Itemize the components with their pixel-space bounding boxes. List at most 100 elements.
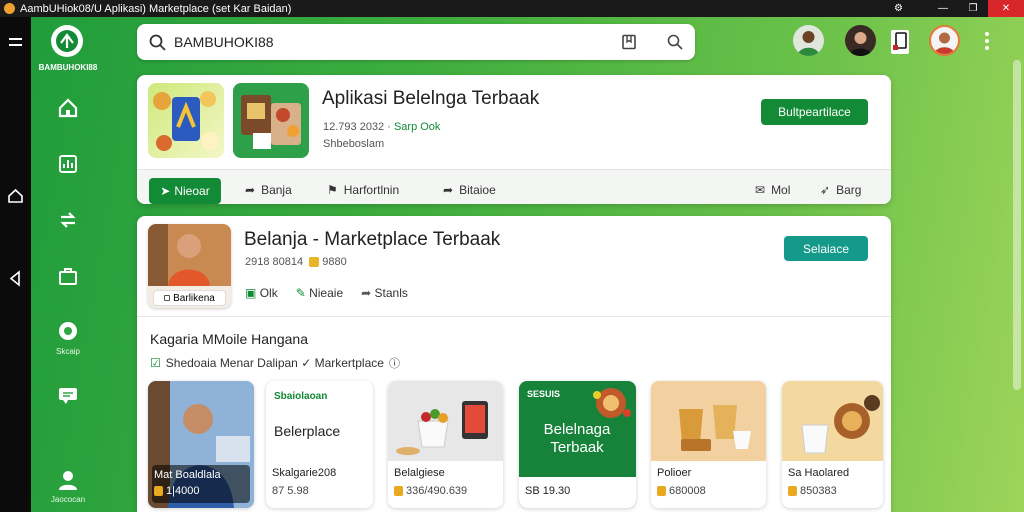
scrollbar[interactable] [1013,60,1021,390]
flag-icon: ⚑ [327,183,338,197]
maximize-button[interactable]: ❐ [958,0,988,17]
app-thumbnail[interactable] [233,83,309,158]
section-subtitle: ☑ Shedoaia Menar Dalipan ✓ Markertplace … [150,355,400,371]
store-link-new[interactable]: ✎ Nieaie [296,286,343,300]
tab-active-label: Nieoar [174,184,210,198]
person-avatar-icon [797,31,820,56]
app-highlight-text: Sarp Ook [393,121,441,133]
logo-icon [56,30,78,52]
sidebar-item-transfer[interactable] [52,204,84,236]
tab-mail[interactable]: ✉ Mol [755,170,790,204]
search-bar[interactable] [137,24,695,60]
section-title: Kagaria MMoile Hangana [150,331,308,347]
sidebar-item-account[interactable] [52,464,84,496]
app-rating-text: 12.793 2032 · [323,121,391,133]
marketplace-button[interactable]: Bultpeartilace [761,99,868,125]
product-name: Belalgiese [394,467,445,479]
product-card[interactable]: Polioer 680008 [651,381,766,508]
store-link-label: Olk [259,286,278,300]
product-name: SB 19.30 [525,485,571,497]
close-button[interactable]: ✕ [988,0,1024,17]
coin-icon [154,486,163,497]
store-avatar-frame[interactable]: Barlikena [148,224,231,308]
menu-icon[interactable] [7,34,24,51]
follow-button[interactable]: Selaiace [784,236,868,261]
cart-badge-icon [893,32,907,50]
share-icon: ➶ [820,183,831,197]
forward-icon: ➦ [245,183,256,197]
sidebar-item-home[interactable] [52,92,84,124]
product-price-text: 850383 [800,485,837,497]
tab-share[interactable]: ➶ Barg [820,170,861,204]
store-meta: 2918 80814 9880 [245,256,347,268]
search-submit-icon[interactable] [667,34,683,50]
store-link-label: Stanls [374,286,408,300]
tab-status[interactable]: ➦ Bitaioe [443,170,496,204]
cart-icon[interactable] [891,30,909,54]
sidebar-item-bag[interactable] [52,260,84,292]
tab-active[interactable]: ➤ Nieoar [149,178,221,204]
info-icon[interactable]: ⓘ [389,355,400,371]
home-icon[interactable] [7,187,24,204]
transfer-icon [60,212,76,228]
coin-icon [309,257,320,268]
product-image [388,381,503,461]
store-link-stats[interactable]: ➦ Stanls [361,286,408,300]
store-caption: Barlikena [153,290,226,306]
check-icon: ▣ [245,286,257,300]
profile-avatar-icon [934,32,955,54]
back-icon[interactable] [7,270,24,287]
sidebar-account-label: Jaococan [50,495,86,504]
tab-bar: ➤ Nieoar ➦ Banja ⚑ Harfortlnin ➦ Bitaioe ✉ M… [137,169,891,204]
tab-information[interactable]: ⚑ Harfortlnin [327,170,399,204]
avatar[interactable] [793,25,824,56]
edit-icon: ✎ [295,286,306,300]
coin-icon [657,486,666,497]
settings-icon[interactable]: ⚙ [894,3,908,14]
user-icon [59,471,77,490]
bookmark-icon[interactable] [621,34,637,50]
sidebar-item-chat[interactable] [52,316,84,348]
divider [137,316,891,317]
store-title: Belanja - Marketplace Terbaak [244,229,501,250]
product-card[interactable]: SESUIS Belelnaga Terbaak SB 19.30 [519,381,636,508]
check-icon: ☑ [150,356,161,370]
product-name: Polioer [657,467,692,479]
system-nav-bar [0,17,31,512]
search-input[interactable] [174,34,621,50]
product-card[interactable]: Belalgiese 336/490.639 [388,381,503,508]
sidebar-item-stats[interactable] [52,148,84,180]
tab-label: Harfortlnin [343,183,400,197]
store-dot-icon [164,295,171,301]
store-link-ok[interactable]: ▣ Olk [245,286,278,300]
product-name: Skalgarie208 [272,467,337,479]
tab-label: Barg [836,183,862,197]
product-card[interactable]: Mat Boaldlala 1|4000 [148,381,254,508]
app-header-card: Aplikasi Belelnga Terbaak 12.793 2032 · … [137,75,891,204]
tab-banja[interactable]: ➦ Banja [245,170,292,204]
minimize-button[interactable]: — [928,0,958,17]
avatar[interactable] [845,25,876,56]
product-price-text: 680008 [669,485,706,497]
sidebar-item-messages[interactable] [52,380,84,412]
chart-icon [59,155,77,173]
product-tag: Sbaiolaoan [274,391,328,402]
brand-name: BAMBUHOKI88 [38,63,98,72]
product-price: 336/490.639 [394,485,467,497]
search-icon [149,34,166,51]
tab-label: Banja [261,183,292,197]
window-title: AambUHiok08/U Aplikasi) Marketplace (set… [20,2,292,15]
app-meta: 12.793 2032 · Sarp Ook [323,121,440,133]
arrow-icon: ➤ [160,184,171,198]
product-card[interactable]: Sa Haolared 850383 [782,381,883,508]
brand-logo[interactable] [51,25,83,57]
product-card[interactable]: Sbaiolaoan Belerplace Skalgarie208 87 5.… [266,381,373,508]
app-thumbnail[interactable] [148,83,224,158]
profile-avatar[interactable] [929,25,960,56]
shopping-bag-image-icon [153,91,219,151]
product-image [593,388,631,418]
more-options-icon[interactable] [981,32,993,50]
product-price-text: 336/490.639 [406,485,468,497]
coin-icon [394,486,403,497]
forward-icon: ➦ [361,286,372,300]
